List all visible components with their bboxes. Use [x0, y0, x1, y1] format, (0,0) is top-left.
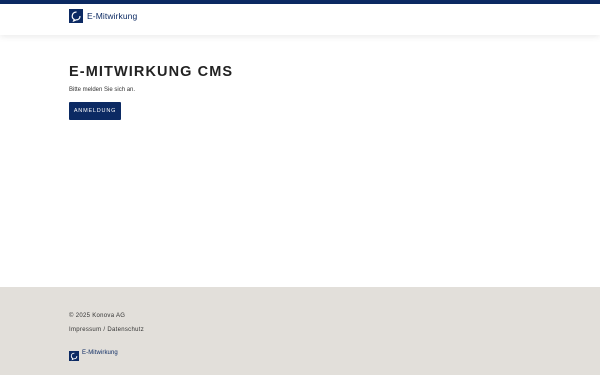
footer-link-separator: /: [103, 327, 106, 333]
datenschutz-link[interactable]: Datenschutz: [107, 327, 144, 333]
speech-bubble-logo-icon: [69, 9, 83, 23]
copyright-text: © 2025 Konova AG: [69, 313, 126, 319]
header-brand-name: E-Mitwirkung: [87, 11, 138, 21]
page-title: E-MITWIRKUNG CMS: [69, 64, 234, 80]
login-button[interactable]: ANMELDUNG: [69, 102, 121, 120]
speech-bubble-logo-icon: [69, 348, 79, 361]
header-brand-link[interactable]: E-Mitwirkung: [69, 9, 137, 23]
footer-brand-name: E-Mitwirkung: [82, 350, 118, 356]
site-header: E-Mitwirkung: [0, 4, 600, 35]
footer-brand-link[interactable]: E-Mitwirkung: [69, 348, 118, 361]
impressum-link[interactable]: Impressum: [69, 327, 101, 333]
login-prompt: Bitte melden Sie sich an.: [69, 87, 136, 93]
footer-links: Impressum / Datenschutz: [69, 327, 144, 333]
main-content: E-MITWIRKUNG CMS Bitte melden Sie sich a…: [0, 35, 600, 287]
site-footer: © 2025 Konova AG Impressum / Datenschutz…: [0, 287, 600, 375]
